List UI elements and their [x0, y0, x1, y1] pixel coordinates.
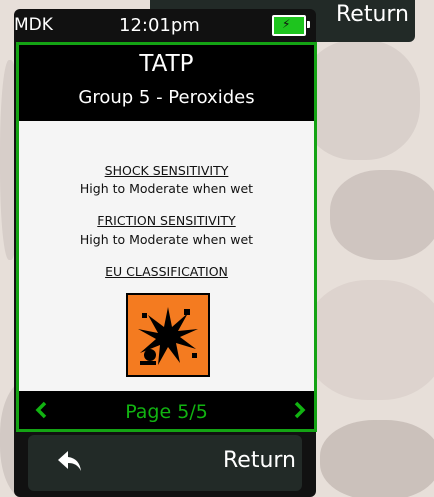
device-screen: MDK 12:01pm ⚡ TATP Group 5 - Peroxides S…	[14, 9, 317, 497]
background-blob	[330, 170, 434, 260]
background-blob	[300, 40, 420, 160]
carrier-label: MDK	[14, 15, 53, 35]
eu-classification-heading: EU CLASSIFICATION	[105, 264, 228, 279]
substance-group: Group 5 - Peroxides	[78, 87, 255, 108]
return-button[interactable]: Return	[28, 435, 302, 491]
explosive-hazard-icon	[126, 293, 210, 377]
substance-panel: TATP Group 5 - Peroxides SHOCK SENSITIVI…	[16, 42, 317, 432]
battery-charging-icon: ⚡	[272, 15, 310, 36]
background-blob	[320, 420, 434, 497]
page-navigation: Page 5/5	[19, 399, 314, 427]
shock-sensitivity-heading: SHOCK SENSITIVITY	[104, 163, 229, 178]
page-indicator: Page 5/5	[125, 401, 208, 423]
top-return-label: Return	[335, 2, 409, 27]
clock: 12:01pm	[119, 15, 200, 36]
status-bar: MDK 12:01pm ⚡	[14, 9, 316, 39]
charging-bolt-icon: ⚡	[282, 17, 291, 31]
substance-title: TATP	[139, 51, 194, 77]
shock-sensitivity-value: High to Moderate when wet	[79, 181, 254, 196]
chevron-right-icon[interactable]	[294, 401, 306, 424]
background-blob	[305, 280, 434, 400]
back-arrow-icon	[56, 449, 84, 479]
substance-details: SHOCK SENSITIVITY High to Moderate when …	[19, 121, 314, 391]
friction-sensitivity-value: High to Moderate when wet	[79, 232, 254, 247]
friction-sensitivity-heading: FRICTION SENSITIVITY	[97, 213, 236, 228]
return-label: Return	[222, 448, 296, 473]
